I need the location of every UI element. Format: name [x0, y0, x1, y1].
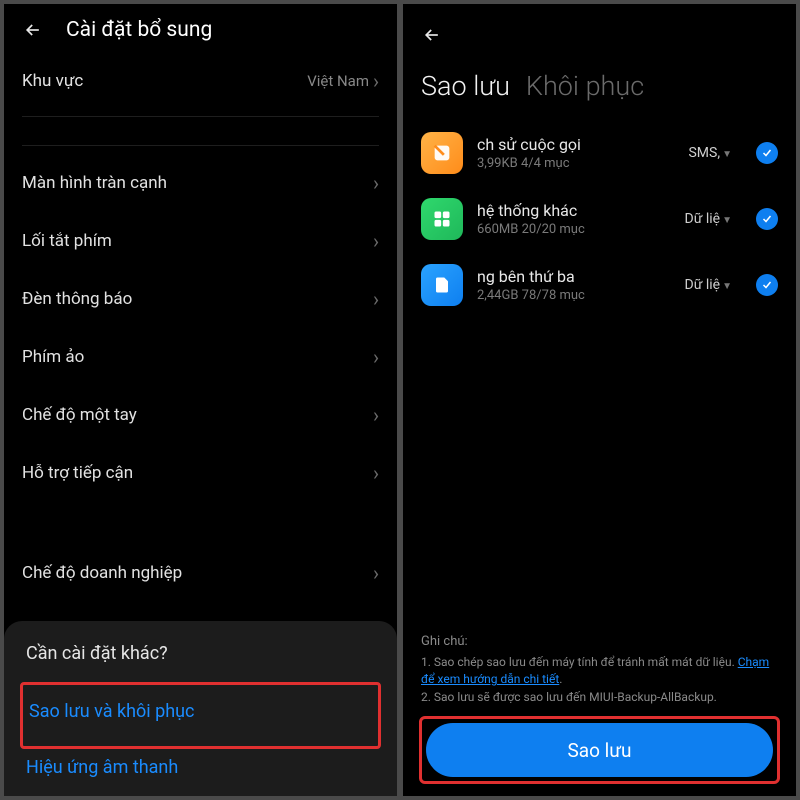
tabs: Sao lưu Khôi phục [403, 58, 796, 120]
settings-row[interactable]: Đèn thông báo › [4, 270, 397, 328]
notes-block: Ghi chú: 1. Sao chép sao lưu đến máy tín… [421, 633, 778, 706]
backup-button[interactable]: Sao lưu [426, 723, 773, 777]
notes-line2: 2. Sao lưu sẽ được sao lưu đến MIUI-Back… [421, 690, 717, 704]
sheet-title: Cần cài đặt khác? [26, 643, 375, 664]
row-label: Phím ảo [22, 347, 84, 367]
item-type[interactable]: Dữ liệ▼ [685, 277, 732, 293]
settings-row[interactable]: Hỗ trợ tiếp cận › [4, 444, 397, 502]
right-screen: Sao lưu Khôi phục ch sử cuộc gọi 3,99KB … [403, 4, 796, 796]
divider [22, 116, 379, 117]
enterprise-row[interactable]: Chế độ doanh nghiệp › [4, 544, 397, 602]
chevron-right-icon: › [373, 461, 379, 485]
row-label: Chế độ doanh nghiệp [22, 563, 182, 583]
chevron-right-icon: › [373, 561, 379, 585]
header: Cài đặt bổ sung [4, 4, 397, 52]
item-type[interactable]: SMS,▼ [688, 145, 732, 161]
row-label: Hỗ trợ tiếp cận [22, 463, 133, 483]
item-subtitle: 660MB 20/20 mục [477, 222, 671, 237]
header [403, 4, 796, 58]
thirdparty-icon [421, 264, 463, 306]
settings-row[interactable]: Chế độ một tay › [4, 386, 397, 444]
item-type[interactable]: Dữ liệ▼ [685, 211, 732, 227]
notes-title: Ghi chú: [421, 633, 778, 652]
chevron-right-icon: › [373, 287, 379, 311]
system-icon [421, 198, 463, 240]
item-title: ng bên thứ ba [477, 267, 671, 286]
dropdown-icon: ▼ [722, 215, 732, 226]
chevron-right-icon: › [373, 171, 379, 195]
settings-row[interactable]: Phím ảo › [4, 328, 397, 386]
chevron-right-icon: › [373, 345, 379, 369]
backup-item[interactable]: hệ thống khác 660MB 20/20 mục Dữ liệ▼ [403, 186, 796, 252]
divider [22, 145, 379, 146]
notes-line1: 1. Sao chép sao lưu đến máy tính để trán… [421, 655, 738, 669]
backup-item[interactable]: ng bên thứ ba 2,44GB 78/78 mục Dữ liệ▼ [403, 252, 796, 318]
checkbox-checked[interactable] [756, 274, 778, 296]
row-label: Lối tắt phím [22, 231, 112, 251]
back-icon[interactable] [22, 19, 44, 41]
highlight-box: Sao lưu và khôi phục [20, 682, 381, 749]
settings-row[interactable]: Lối tắt phím › [4, 212, 397, 270]
chevron-right-icon: › [373, 69, 379, 93]
back-icon[interactable] [421, 24, 443, 46]
settings-row[interactable]: Màn hình tràn cạnh › [4, 154, 397, 212]
checkbox-checked[interactable] [756, 142, 778, 164]
highlight-box: Sao lưu [419, 716, 780, 784]
item-subtitle: 2,44GB 78/78 mục [477, 288, 671, 303]
region-label: Khu vực [22, 71, 83, 91]
row-label: Màn hình tràn cạnh [22, 173, 167, 193]
tab-backup[interactable]: Sao lưu [421, 70, 510, 102]
sheet-item-backup[interactable]: Sao lưu và khôi phục [29, 689, 372, 734]
dropdown-icon: ▼ [722, 149, 732, 160]
row-label: Chế độ một tay [22, 405, 137, 425]
chevron-right-icon: › [373, 403, 379, 427]
region-row[interactable]: Khu vực Việt Nam › [4, 52, 397, 110]
chevron-right-icon: › [373, 229, 379, 253]
dropdown-icon: ▼ [722, 281, 732, 292]
row-label: Đèn thông báo [22, 289, 132, 309]
region-value: Việt Nam [307, 72, 369, 90]
page-title: Cài đặt bổ sung [66, 18, 212, 42]
backup-item[interactable]: ch sử cuộc gọi 3,99KB 4/4 mục SMS,▼ [403, 120, 796, 186]
call-history-icon [421, 132, 463, 174]
item-title: ch sử cuộc gọi [477, 135, 674, 154]
item-subtitle: 3,99KB 4/4 mục [477, 156, 674, 171]
item-title: hệ thống khác [477, 201, 671, 220]
sheet-item-sound[interactable]: Hiệu ứng âm thanh [26, 745, 375, 790]
left-screen: Cài đặt bổ sung Khu vực Việt Nam › Màn h… [4, 4, 397, 796]
bottom-sheet: Cần cài đặt khác? Sao lưu và khôi phục H… [4, 621, 397, 796]
checkbox-checked[interactable] [756, 208, 778, 230]
tab-restore[interactable]: Khôi phục [526, 70, 644, 102]
